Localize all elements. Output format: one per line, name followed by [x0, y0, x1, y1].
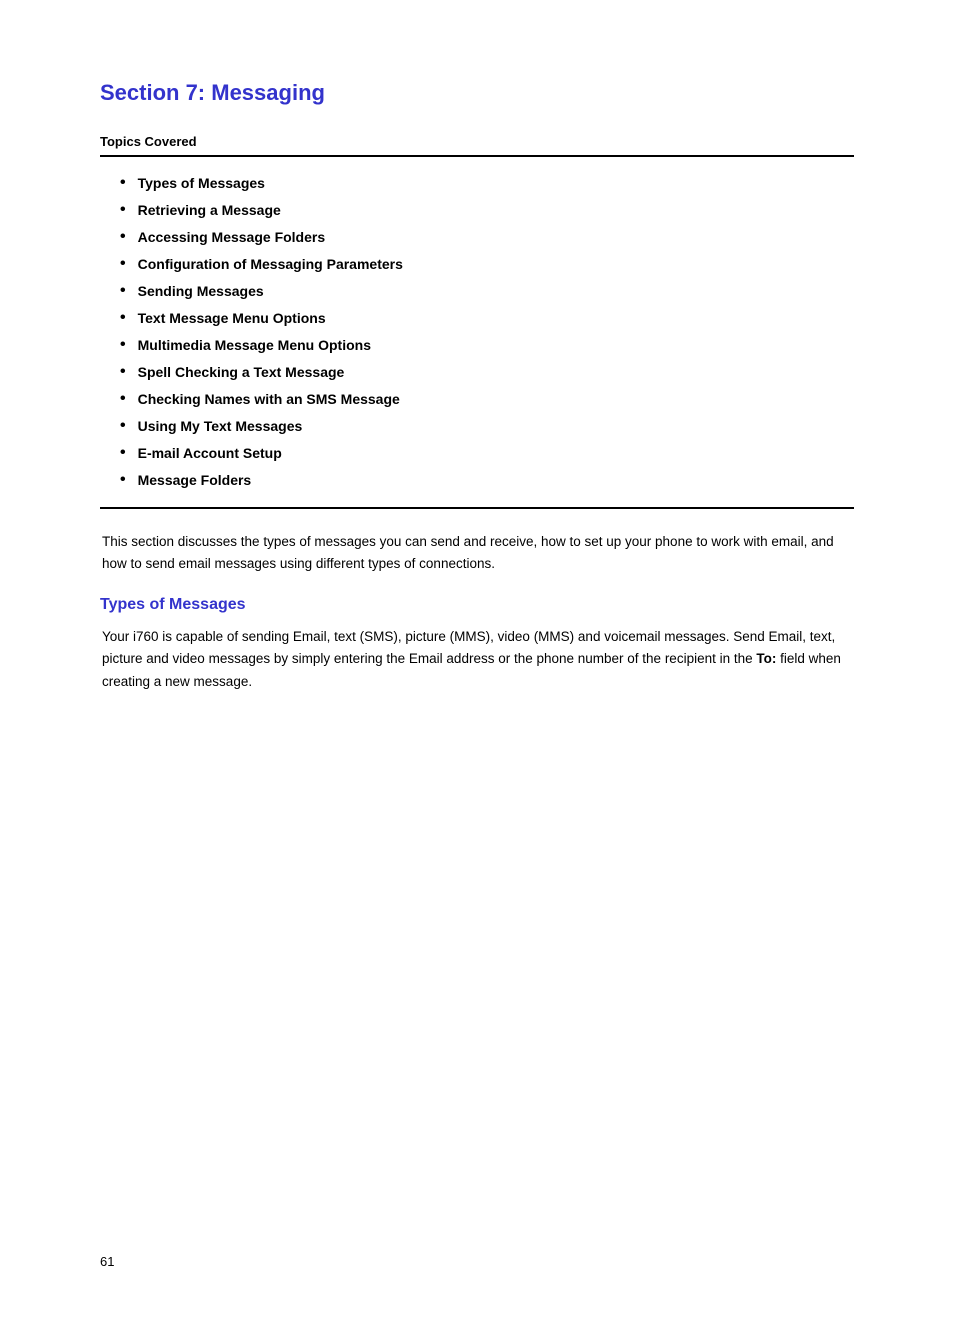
- subsection-title: Types of Messages: [100, 596, 854, 614]
- list-item: Configuration of Messaging Parameters: [120, 256, 854, 273]
- list-item: Sending Messages: [120, 283, 854, 300]
- bottom-divider: [100, 507, 854, 509]
- list-item: Multimedia Message Menu Options: [120, 337, 854, 354]
- page-number: 61: [100, 1254, 114, 1269]
- topics-covered-label: Topics Covered: [100, 134, 854, 149]
- list-item: Accessing Message Folders: [120, 229, 854, 246]
- page: Section 7: Messaging Topics Covered Type…: [0, 0, 954, 1319]
- top-divider: [100, 155, 854, 157]
- list-item: Message Folders: [120, 472, 854, 489]
- list-item: Types of Messages: [120, 175, 854, 192]
- intro-paragraph: This section discusses the types of mess…: [100, 531, 854, 574]
- list-item: Retrieving a Message: [120, 202, 854, 219]
- list-item: Using My Text Messages: [120, 418, 854, 435]
- list-item: Checking Names with an SMS Message: [120, 391, 854, 408]
- body-paragraph: Your i760 is capable of sending Email, t…: [100, 626, 854, 693]
- body-text-part1: Your i760 is capable of sending Email, t…: [102, 629, 835, 666]
- list-item: E-mail Account Setup: [120, 445, 854, 462]
- topics-list: Types of Messages Retrieving a Message Acc…: [120, 175, 854, 489]
- body-text-bold: To:: [756, 651, 776, 666]
- list-item: Spell Checking a Text Message: [120, 364, 854, 381]
- list-item: Text Message Menu Options: [120, 310, 854, 327]
- section-title: Section 7: Messaging: [100, 80, 854, 106]
